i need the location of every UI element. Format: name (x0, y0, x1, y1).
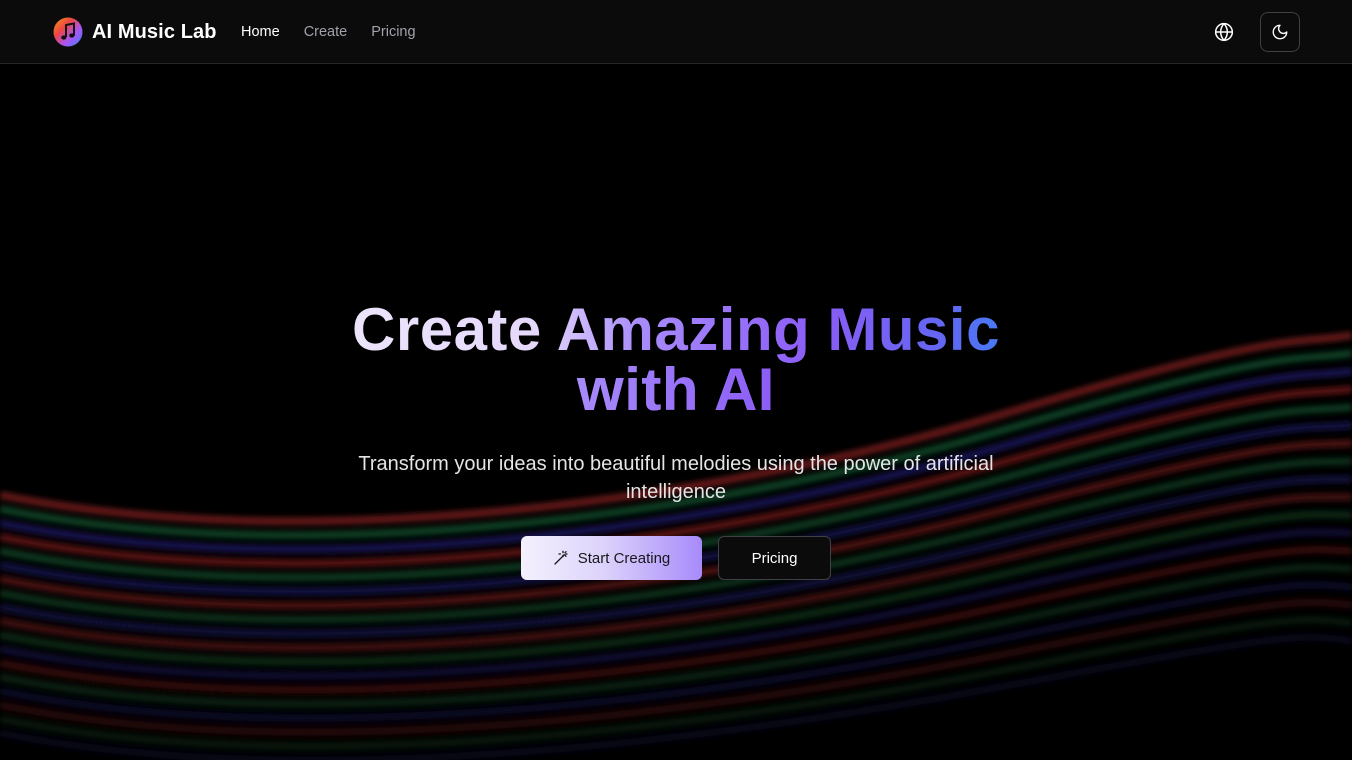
music-note-logo-icon (53, 17, 83, 47)
start-creating-button[interactable]: Start Creating (521, 536, 702, 580)
hero-title: Create Amazing Music with AI (326, 300, 1026, 420)
pricing-button[interactable]: Pricing (718, 536, 831, 580)
hero-title-line2: with AI (577, 356, 775, 423)
pricing-button-label: Pricing (751, 549, 798, 567)
theme-toggle-button[interactable] (1260, 12, 1300, 52)
globe-icon (1214, 22, 1234, 42)
start-creating-label: Start Creating (577, 549, 671, 567)
nav-link-pricing[interactable]: Pricing (371, 22, 415, 42)
language-switcher-button[interactable] (1204, 12, 1244, 52)
brand-name: AI Music Lab (92, 20, 217, 43)
hero-subtitle: Transform your ideas into beautiful melo… (358, 453, 994, 503)
brand-home-link[interactable]: AI Music Lab (53, 17, 217, 47)
hero-section: Create Amazing Music with AI Transform y… (0, 300, 1352, 580)
magic-wand-icon (553, 550, 569, 566)
hero-title-line1: Create Amazing Music (352, 296, 1000, 363)
top-navbar: AI Music Lab Home Create Pricing (0, 0, 1352, 64)
main-nav: Home Create Pricing (241, 22, 416, 42)
hero-actions: Start Creating Pricing (0, 536, 1352, 580)
moon-icon (1272, 24, 1288, 40)
nav-link-home[interactable]: Home (241, 22, 280, 42)
nav-link-create[interactable]: Create (304, 22, 348, 42)
